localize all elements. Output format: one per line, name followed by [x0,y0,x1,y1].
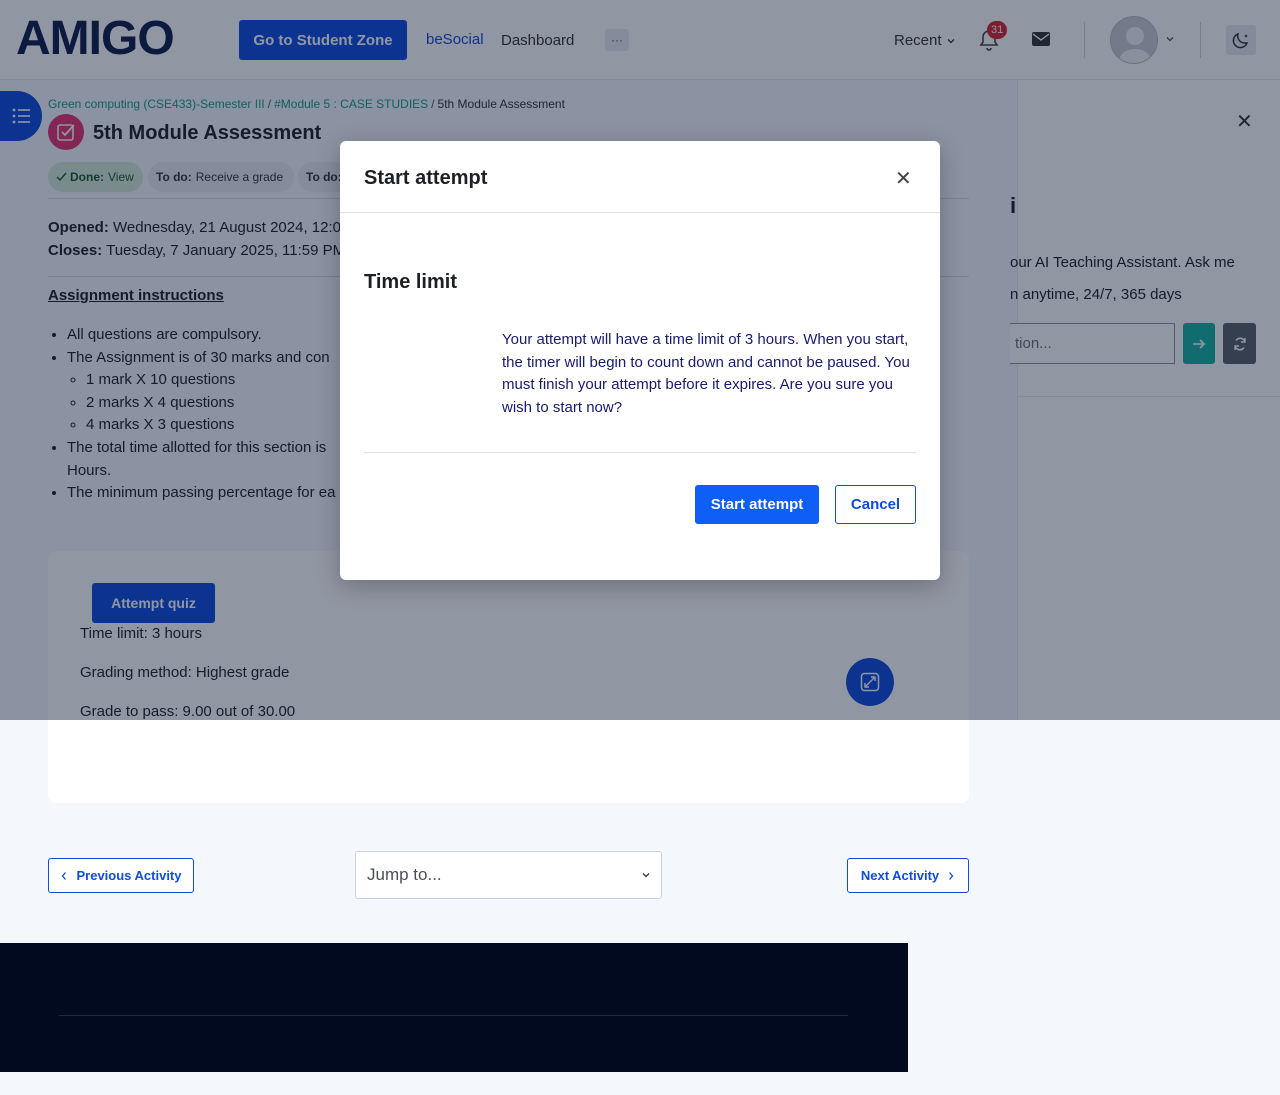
previous-activity-button[interactable]: Previous Activity [48,858,194,893]
jump-to-select[interactable]: Jump to... [355,851,662,899]
jump-to-label: Jump to... [367,865,442,884]
start-attempt-button[interactable]: Start attempt [695,485,819,524]
modal-header-divider [340,212,940,213]
close-icon[interactable]: ✕ [895,166,912,191]
footer-divider [59,1015,848,1016]
chevron-down-icon [642,873,650,878]
previous-activity-label: Previous Activity [76,868,182,883]
start-attempt-dialog: Start attempt ✕ Time limit Your attempt … [340,141,940,580]
modal-footer-divider [364,452,916,453]
chevron-left-icon [62,871,67,880]
modal-title: Start attempt [364,167,488,189]
page-footer [0,943,908,1072]
cancel-button[interactable]: Cancel [835,485,916,524]
next-activity-label: Next Activity [860,868,940,883]
chevron-right-icon [949,871,954,880]
next-activity-button[interactable]: Next Activity [847,858,969,893]
modal-body-text: Your attempt will have a time limit of 3… [502,331,910,417]
modal-subtitle: Time limit [364,271,457,293]
